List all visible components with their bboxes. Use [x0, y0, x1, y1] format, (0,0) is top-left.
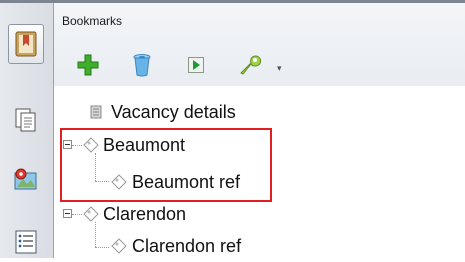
- tree-item-label: Vacancy details: [111, 101, 236, 122]
- wrench-icon: [240, 55, 262, 75]
- options-button[interactable]: [236, 51, 264, 79]
- list-icon: [15, 230, 37, 254]
- delete-bookmark-button[interactable]: [128, 51, 156, 79]
- sidebar-list-button[interactable]: [8, 222, 44, 262]
- sidebar-map-button[interactable]: [8, 159, 44, 199]
- options-dropdown-arrow[interactable]: ▾: [277, 63, 282, 74]
- tree-connector: [95, 247, 109, 248]
- bookmark-icon: [15, 31, 37, 57]
- sidebar-top-border: [0, 0, 54, 3]
- bookmark-tag-icon: [83, 206, 99, 222]
- bookmarks-panel-header: Bookmarks ▾: [54, 0, 465, 86]
- tree-item-label: Clarendon: [103, 203, 187, 224]
- tree-item-clarendon-ref[interactable]: Clarendon ref: [111, 234, 241, 258]
- tree-item-vacancy-details[interactable]: Vacancy details: [90, 100, 236, 124]
- tree-connector: [72, 214, 82, 215]
- tree-item-label: Clarendon ref: [132, 235, 242, 256]
- sidebar-bookmarks-button[interactable]: [8, 24, 44, 64]
- plus-icon: [77, 54, 99, 76]
- add-bookmark-button[interactable]: [74, 51, 102, 79]
- highlight-annotation-box: [60, 128, 272, 202]
- sidebar-pages-button[interactable]: [8, 100, 44, 140]
- tree-item-clarendon[interactable]: Clarendon: [83, 202, 186, 226]
- document-icon: [90, 105, 102, 119]
- panel-title: Bookmarks: [62, 14, 123, 28]
- bookmark-tag-icon: [111, 238, 127, 254]
- map-icon: [14, 168, 37, 190]
- trash-icon: [133, 54, 151, 77]
- collapse-clarendon-toggle[interactable]: [63, 209, 72, 218]
- navigation-sidebar: [0, 0, 54, 258]
- go-to-bookmark-button[interactable]: [182, 51, 210, 79]
- play-icon: [188, 57, 204, 73]
- pages-icon: [15, 108, 36, 132]
